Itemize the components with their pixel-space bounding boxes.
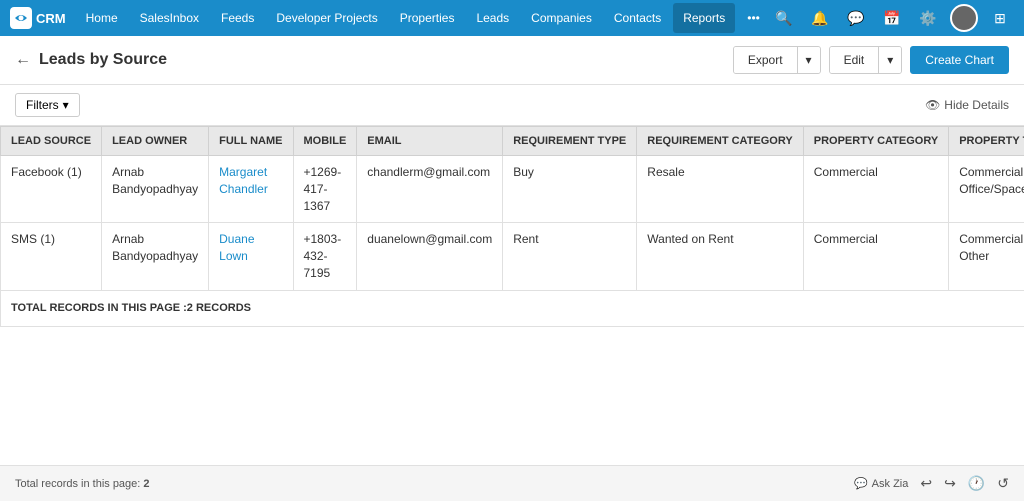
cell-email-2: duanelown@gmail.com: [357, 223, 503, 290]
undo-icon[interactable]: ↩: [920, 475, 932, 492]
eye-icon: 👁: [925, 98, 940, 112]
top-navigation: CRM Home SalesInbox Feeds Developer Proj…: [0, 0, 1024, 36]
cell-req-category-2: Wanted on Rent: [637, 223, 803, 290]
calendar-icon[interactable]: 📅: [878, 4, 906, 32]
export-dropdown-button[interactable]: ▾: [797, 47, 820, 73]
filters-button[interactable]: Filters ▾: [15, 93, 80, 117]
col-req-category: REQUIREMENT CATEGORY: [637, 127, 803, 156]
cell-full-name-1[interactable]: Margaret Chandler: [209, 156, 293, 223]
col-full-name: FULL NAME: [209, 127, 293, 156]
ask-zia-label: Ask Zia: [872, 478, 909, 490]
table-row: Facebook (1) Arnab Bandyopadhyay Margare…: [1, 156, 1024, 223]
col-lead-source: LEAD SOURCE: [1, 127, 102, 156]
nav-home[interactable]: Home: [76, 3, 128, 33]
cell-prop-type-2: Commercial Other: [949, 223, 1024, 290]
cell-lead-source-2: SMS (1): [1, 223, 102, 290]
logo-icon: [10, 7, 32, 29]
main-content: ← Leads by Source Export ▾ Edit ▾ Create…: [0, 36, 1024, 465]
filter-label: Filters: [26, 98, 59, 112]
create-chart-button[interactable]: Create Chart: [910, 46, 1009, 74]
filter-dropdown-icon: ▾: [63, 98, 69, 112]
refresh-icon[interactable]: ↺: [997, 475, 1009, 492]
cell-mobile-1: +1269-417-1367: [293, 156, 357, 223]
settings-icon[interactable]: ⚙️: [914, 4, 942, 32]
cell-lead-source-1: Facebook (1): [1, 156, 102, 223]
bottom-right-controls: 💬 Ask Zia ↩ ↪ 🕐 ↺: [854, 475, 1009, 492]
total-records-count: 2: [143, 478, 149, 490]
cell-lead-owner-2: Arnab Bandyopadhyay: [102, 223, 209, 290]
cell-full-name-2[interactable]: Duane Lown: [209, 223, 293, 290]
cell-prop-category-1: Commercial: [803, 156, 948, 223]
grid-icon[interactable]: ⊞: [986, 4, 1014, 32]
nav-salesinbox[interactable]: SalesInbox: [130, 3, 209, 33]
col-lead-owner: LEAD OWNER: [102, 127, 209, 156]
toolbar: Filters ▾ 👁 Hide Details: [0, 85, 1024, 126]
nav-items: Home SalesInbox Feeds Developer Projects…: [76, 3, 770, 33]
page-title: Leads by Source: [39, 51, 167, 69]
edit-dropdown-button[interactable]: ▾: [878, 47, 901, 73]
page-header: ← Leads by Source Export ▾ Edit ▾ Create…: [0, 36, 1024, 85]
table-header-row: LEAD SOURCE LEAD OWNER FULL NAME MOBILE …: [1, 127, 1024, 156]
cell-lead-owner-1: Arnab Bandyopadhyay: [102, 156, 209, 223]
nav-leads[interactable]: Leads: [466, 3, 519, 33]
app-name: CRM: [36, 11, 66, 26]
nav-reports[interactable]: Reports: [673, 3, 735, 33]
nav-developer-projects[interactable]: Developer Projects: [266, 3, 387, 33]
search-icon[interactable]: 🔍: [770, 4, 798, 32]
back-button[interactable]: ←: [15, 51, 31, 69]
nav-contacts[interactable]: Contacts: [604, 3, 671, 33]
export-button[interactable]: Export: [734, 47, 797, 73]
cell-req-type-1: Buy: [503, 156, 637, 223]
edit-button[interactable]: Edit: [830, 47, 879, 73]
edit-button-group: Edit ▾: [829, 46, 903, 74]
hide-details-label: Hide Details: [944, 98, 1009, 112]
cell-prop-category-2: Commercial: [803, 223, 948, 290]
total-records-row: TOTAL RECORDS IN THIS PAGE :2 RECORDS: [1, 290, 1024, 326]
cell-req-category-1: Resale: [637, 156, 803, 223]
cell-req-type-2: Rent: [503, 223, 637, 290]
nav-properties[interactable]: Properties: [390, 3, 465, 33]
chat-icon[interactable]: 💬: [842, 4, 870, 32]
zia-icon: 💬: [854, 477, 868, 490]
total-records-cell: TOTAL RECORDS IN THIS PAGE :2 RECORDS: [1, 290, 1024, 326]
table-container: LEAD SOURCE LEAD OWNER FULL NAME MOBILE …: [0, 126, 1024, 465]
page-header-right: Export ▾ Edit ▾ Create Chart: [733, 46, 1009, 74]
user-avatar[interactable]: [950, 4, 978, 32]
col-email: EMAIL: [357, 127, 503, 156]
redo-icon[interactable]: ↪: [944, 475, 956, 492]
total-records-info: Total records in this page: 2: [15, 478, 150, 490]
app-logo[interactable]: CRM: [10, 7, 66, 29]
bottom-bar: Total records in this page: 2 💬 Ask Zia …: [0, 465, 1024, 501]
page-header-left: ← Leads by Source: [15, 51, 167, 69]
leads-table: LEAD SOURCE LEAD OWNER FULL NAME MOBILE …: [0, 126, 1024, 327]
export-button-group: Export ▾: [733, 46, 821, 74]
clock-icon[interactable]: 🕐: [968, 475, 985, 492]
col-prop-type: PROPERTY TYPE: [949, 127, 1024, 156]
col-prop-category: PROPERTY CATEGORY: [803, 127, 948, 156]
total-records-label: Total records in this page:: [15, 478, 140, 490]
table-row: SMS (1) Arnab Bandyopadhyay Duane Lown +…: [1, 223, 1024, 290]
nav-companies[interactable]: Companies: [521, 3, 602, 33]
full-name-link-1[interactable]: Margaret Chandler: [219, 165, 268, 196]
nav-feeds[interactable]: Feeds: [211, 3, 264, 33]
col-req-type: REQUIREMENT TYPE: [503, 127, 637, 156]
cell-email-1: chandlerm@gmail.com: [357, 156, 503, 223]
hide-details-button[interactable]: 👁 Hide Details: [925, 98, 1009, 112]
nav-more[interactable]: •••: [737, 3, 770, 33]
cell-mobile-2: +1803-432-7195: [293, 223, 357, 290]
full-name-link-2[interactable]: Duane Lown: [219, 232, 254, 263]
ask-zia-button[interactable]: 💬 Ask Zia: [854, 477, 908, 490]
nav-icons: 🔍 🔔 💬 📅 ⚙️ ⊞: [770, 4, 1014, 32]
cell-prop-type-1: Commercial Office/Space: [949, 156, 1024, 223]
bell-icon[interactable]: 🔔: [806, 4, 834, 32]
col-mobile: MOBILE: [293, 127, 357, 156]
